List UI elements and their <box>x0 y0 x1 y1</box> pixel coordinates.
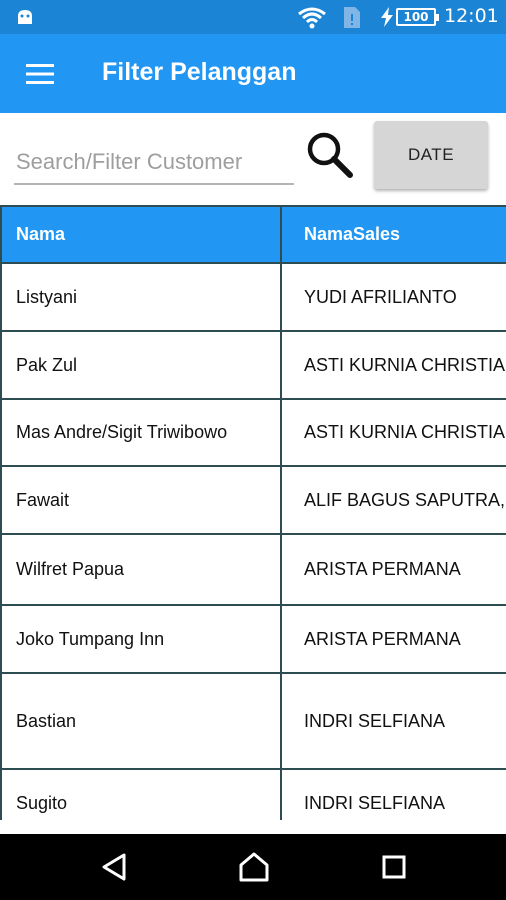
cell-nama: Joko Tumpang Inn <box>0 606 282 672</box>
cell-nama: Fawait <box>0 467 282 533</box>
cell-nama-sales: INDRI SELFIANA <box>304 792 446 813</box>
back-icon[interactable] <box>101 853 127 881</box>
search-input[interactable] <box>14 141 294 185</box>
cell-nama-sales: ARISTA PERMANA <box>304 628 461 649</box>
sim-icon <box>344 7 360 28</box>
navigation-bar <box>0 834 506 900</box>
search-bar: DATE <box>0 113 506 205</box>
customer-table: Nama NamaSales Listyani YUDI AFRILIANTO … <box>0 205 506 820</box>
charging-icon <box>381 7 393 27</box>
column-header-namasales[interactable]: NamaSales <box>282 207 506 262</box>
cell-nama-sales: YUDI AFRILIANTO <box>304 286 457 307</box>
cell-nama-sales: ALIF BAGUS SAPUTRA, DKK <box>304 489 506 510</box>
table-row[interactable]: Mas Andre/Sigit Triwibowo ASTI KURNIA CH… <box>0 400 506 467</box>
cell-nama: Sugito <box>0 770 282 820</box>
table-row[interactable]: Listyani YUDI AFRILIANTO <box>0 264 506 332</box>
page-title: Filter Pelanggan <box>102 58 297 86</box>
cell-nama: Listyani <box>0 264 282 330</box>
cell-nama: Pak Zul <box>0 332 282 398</box>
cell-nama: Mas Andre/Sigit Triwibowo <box>0 400 282 465</box>
column-header-nama[interactable]: Nama <box>0 207 282 262</box>
cell-nama-sales: INDRI SELFIANA <box>304 710 446 731</box>
date-button[interactable]: DATE <box>374 121 488 189</box>
battery-level: 100 <box>403 10 429 24</box>
cell-nama: Bastian <box>0 674 282 768</box>
menu-icon[interactable] <box>26 64 54 84</box>
cell-nama: Wilfret Papua <box>0 535 282 604</box>
table-row[interactable]: Pak Zul ASTI KURNIA CHRISTIANA <box>0 332 506 400</box>
search-icon[interactable] <box>304 129 356 181</box>
status-bar: 100 12:01 <box>0 0 506 34</box>
cell-nama-sales: ASTI KURNIA CHRISTIANA <box>304 422 506 442</box>
status-clock: 12:01 <box>444 5 499 27</box>
table-row[interactable]: Sugito INDRI SELFIANA <box>0 770 506 820</box>
home-icon[interactable] <box>238 852 270 882</box>
table-row[interactable]: Bastian INDRI SELFIANA <box>0 674 506 770</box>
wifi-icon <box>298 7 326 29</box>
recents-icon[interactable] <box>382 855 406 879</box>
table-row[interactable]: Wilfret Papua ARISTA PERMANA <box>0 535 506 606</box>
table-row[interactable]: Fawait ALIF BAGUS SAPUTRA, DKK <box>0 467 506 535</box>
cell-nama-sales: ARISTA PERMANA <box>304 559 461 579</box>
battery-icon: 100 <box>396 8 439 26</box>
app-bar: Filter Pelanggan <box>0 34 506 113</box>
cell-nama-sales: ASTI KURNIA CHRISTIANA <box>304 354 506 375</box>
android-icon <box>18 10 32 24</box>
table-header-row: Nama NamaSales <box>0 205 506 264</box>
table-row[interactable]: Joko Tumpang Inn ARISTA PERMANA <box>0 606 506 674</box>
